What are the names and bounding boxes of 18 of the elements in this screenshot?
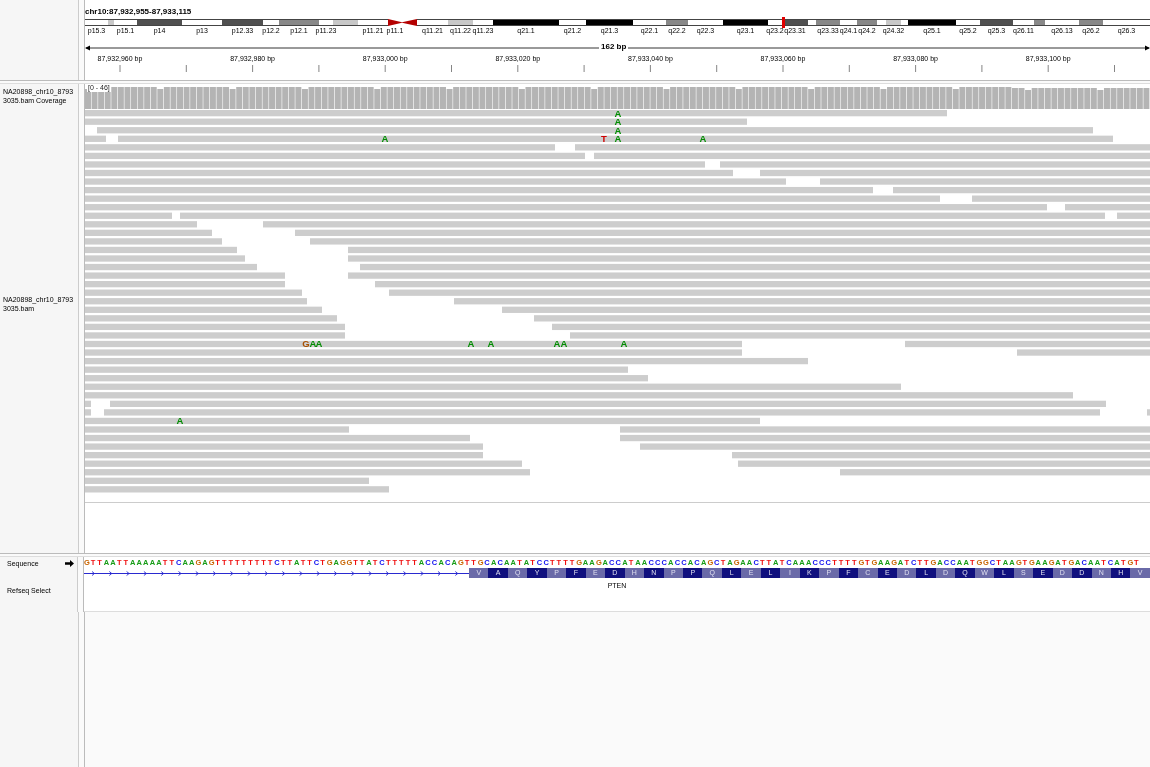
mismatch-base: A xyxy=(560,338,568,350)
locus-label: chr10:87,932,955-87,933,115 xyxy=(85,7,192,17)
mismatch-base: A xyxy=(614,109,622,119)
mismatch-base: A xyxy=(467,338,475,350)
mismatch-base: A xyxy=(620,338,628,350)
mismatch-base: A xyxy=(614,133,622,145)
mismatch-base: A xyxy=(381,133,389,145)
mismatch-base: A xyxy=(699,133,707,145)
mismatch-base: A xyxy=(487,338,495,350)
mismatch-base: A xyxy=(553,338,561,350)
span-length-label: 162 bp xyxy=(599,42,629,52)
mismatch-base: G xyxy=(302,338,310,350)
mismatch-base: T xyxy=(601,133,607,145)
current-region-marker xyxy=(782,17,785,28)
strand-arrow-icon[interactable] xyxy=(65,560,74,567)
mismatch-base: A xyxy=(309,338,317,350)
mismatch-base: A xyxy=(315,338,323,350)
mismatch-base: A xyxy=(176,415,184,427)
